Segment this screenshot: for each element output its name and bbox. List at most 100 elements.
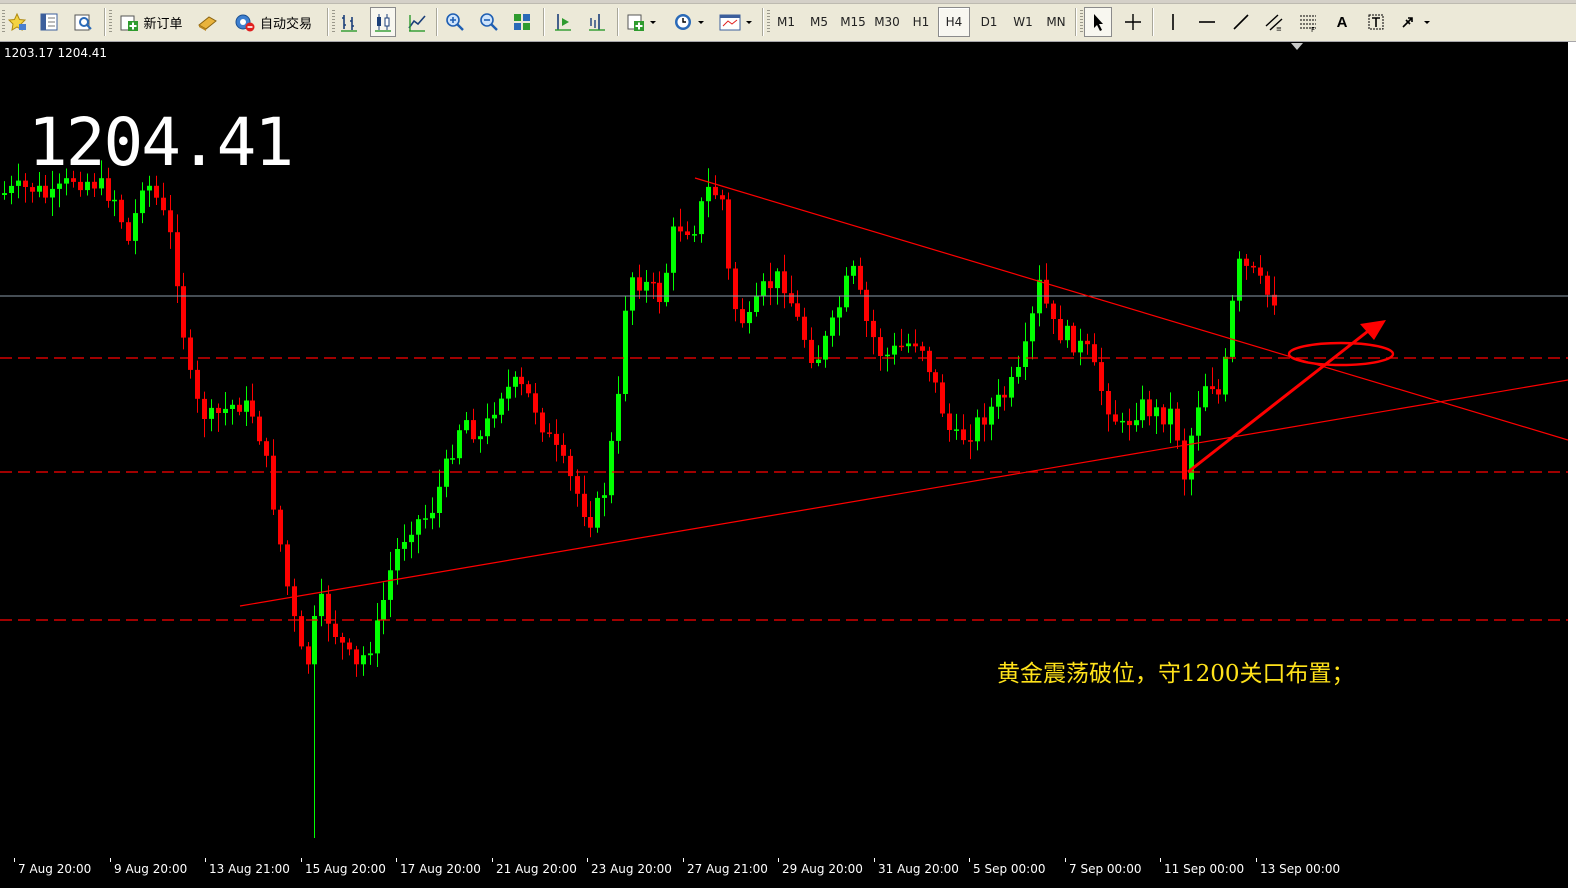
candle-bullish — [1237, 258, 1242, 301]
candle-bearish — [782, 271, 787, 294]
candle-bullish — [1223, 356, 1228, 395]
x-tick — [778, 858, 779, 862]
candle-bullish — [989, 406, 994, 425]
candle-bearish — [740, 309, 745, 324]
chart-shift-icon[interactable] — [585, 7, 609, 37]
horizontal-line-icon[interactable] — [1195, 7, 1219, 37]
candle-bearish — [1085, 340, 1090, 345]
candle-bearish — [899, 345, 904, 348]
candle-bearish — [1002, 394, 1007, 398]
candle-bullish — [630, 277, 635, 311]
bar-chart-icon[interactable] — [337, 7, 361, 37]
tile-windows-icon[interactable] — [510, 7, 534, 37]
candle-bearish — [961, 429, 966, 441]
x-tick — [683, 858, 684, 862]
timeframe-m5[interactable]: M5 — [803, 7, 835, 37]
text-icon[interactable]: A — [1330, 7, 1354, 37]
candle-bearish — [968, 440, 973, 442]
fibonacci-icon[interactable]: F — [1296, 7, 1320, 37]
candle-bullish — [133, 213, 138, 241]
timeframe-m30[interactable]: M30 — [871, 7, 903, 37]
timeframe-w1[interactable]: W1 — [1007, 7, 1039, 37]
candle-bearish — [678, 226, 683, 232]
timeframe-mn[interactable]: MN — [1040, 7, 1072, 37]
candle-bearish — [333, 623, 338, 637]
candle-bearish — [540, 412, 545, 433]
arrows-icon[interactable] — [1398, 7, 1434, 37]
candle-bearish — [354, 649, 359, 665]
new-order-button[interactable]: 新订单 — [114, 7, 188, 37]
candle-bearish — [126, 222, 131, 241]
line-chart-icon[interactable] — [405, 7, 429, 37]
new-order-label: 新订单 — [143, 16, 183, 32]
candle-bullish — [906, 343, 911, 347]
zoom-in-icon[interactable] — [443, 7, 467, 37]
timeframe-h4[interactable]: H4 — [938, 7, 970, 37]
indicators-icon[interactable] — [624, 7, 660, 37]
candle-bullish — [664, 272, 669, 303]
timeframe-d1[interactable]: D1 — [973, 7, 1005, 37]
toolbar-grip[interactable] — [1080, 10, 1083, 34]
x-axis-label: 17 Aug 20:00 — [400, 862, 481, 876]
toolbar-grip[interactable] — [332, 10, 335, 34]
candle-bullish — [223, 408, 228, 413]
x-tick — [301, 858, 302, 862]
candle-bearish — [1058, 319, 1063, 341]
vertical-line-icon[interactable] — [1161, 7, 1185, 37]
new-order-icon — [120, 15, 139, 31]
candle-bullish — [368, 653, 373, 656]
trend-line-icon[interactable] — [1229, 7, 1253, 37]
periods-clock-icon[interactable] — [670, 7, 708, 37]
candle-bullish — [457, 430, 462, 459]
x-tick — [587, 858, 588, 862]
auto-trading-button[interactable]: 自动交易 — [228, 7, 318, 37]
svg-text:≡: ≡ — [1276, 25, 1282, 32]
zoom-out-icon[interactable] — [477, 7, 501, 37]
crosshair-icon[interactable] — [1121, 7, 1145, 37]
candle-bullish — [50, 188, 55, 198]
candle-bullish — [147, 185, 152, 191]
text-label-icon[interactable] — [1364, 7, 1388, 37]
toolbar-separator — [327, 8, 329, 36]
chart-shift-marker[interactable] — [1291, 43, 1303, 50]
candle-bullish — [747, 312, 752, 324]
text-tool-label: A — [1336, 13, 1348, 31]
navigator-icon[interactable] — [71, 7, 95, 37]
candle-bearish — [657, 282, 662, 302]
market-watch-icon[interactable] — [37, 7, 61, 37]
candle-bearish — [175, 232, 180, 287]
candle-bearish — [1051, 303, 1056, 319]
profiles-icon[interactable] — [5, 7, 29, 37]
x-tick — [205, 858, 206, 862]
candlestick-icon[interactable] — [370, 7, 396, 37]
candle-bullish — [823, 335, 828, 360]
cursor-icon[interactable] — [1084, 7, 1112, 37]
candle-bearish — [913, 343, 918, 347]
timeframe-m15[interactable]: M15 — [837, 7, 869, 37]
candle-bearish — [575, 476, 580, 494]
equidistant-channel-icon[interactable]: ≡ — [1262, 7, 1286, 37]
candle-bullish — [112, 199, 117, 202]
x-tick — [492, 858, 493, 862]
timeframe-m1[interactable]: M1 — [770, 7, 802, 37]
candle-bullish — [1154, 407, 1159, 417]
candle-bearish — [533, 393, 538, 413]
candle-bearish — [547, 432, 552, 434]
gold-icon[interactable] — [195, 7, 219, 37]
toolbar-grip[interactable] — [109, 10, 112, 34]
candle-bearish — [1127, 420, 1132, 426]
candle-bearish — [188, 337, 193, 370]
timeframe-h1[interactable]: H1 — [905, 7, 937, 37]
candle-bearish — [795, 303, 800, 317]
x-axis-label: 31 Aug 20:00 — [878, 862, 959, 876]
candle-bearish — [927, 350, 932, 373]
x-axis-label: 7 Aug 20:00 — [18, 862, 92, 876]
auto-scroll-icon[interactable] — [551, 7, 575, 37]
candle-bearish — [1265, 275, 1270, 295]
candles-layer — [2, 160, 1277, 838]
chart-header-prices: 1203.17 1204.41 — [4, 46, 108, 60]
candle-bullish — [623, 310, 628, 394]
templates-icon[interactable] — [716, 7, 756, 37]
menu-bar-remnant — [0, 0, 1576, 4]
candle-bearish — [733, 268, 738, 310]
